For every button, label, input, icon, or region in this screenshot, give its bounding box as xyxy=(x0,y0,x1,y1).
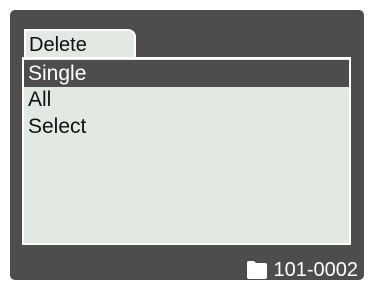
folder-icon xyxy=(247,261,268,279)
menu-panel: Single All Select xyxy=(22,57,351,245)
tab-title: Delete xyxy=(29,34,87,56)
status-bar: 101-0002 xyxy=(246,258,358,280)
camera-screen: Delete Single All Select 101-0002 xyxy=(10,10,364,280)
tab-delete[interactable]: Delete xyxy=(24,29,136,58)
file-number: 101-0002 xyxy=(273,259,358,280)
menu-item-select[interactable]: Select xyxy=(24,113,349,140)
menu-item-all[interactable]: All xyxy=(24,86,349,113)
menu-item-single[interactable]: Single xyxy=(24,60,349,87)
